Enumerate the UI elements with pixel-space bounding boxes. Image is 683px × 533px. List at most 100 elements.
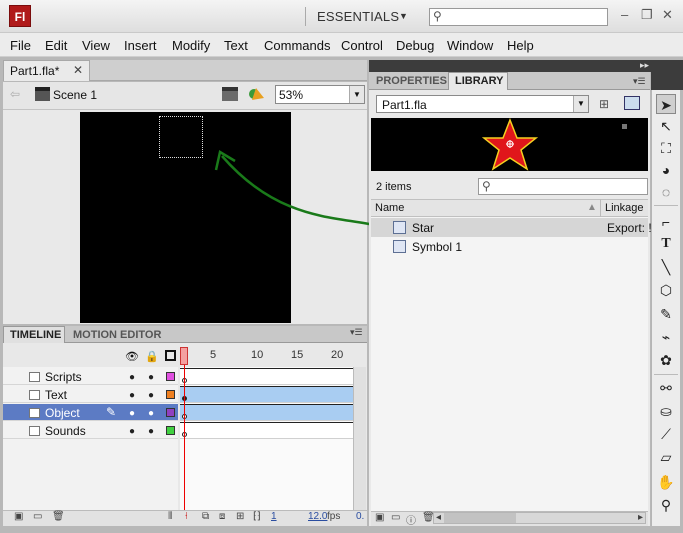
pencil-tool-icon[interactable]: ✎ bbox=[656, 304, 676, 324]
lock-dot[interactable]: ● bbox=[148, 372, 154, 383]
chevron-down-icon[interactable]: ▼ bbox=[399, 11, 408, 21]
menu-text[interactable]: Text bbox=[224, 38, 248, 53]
line-tool-icon[interactable]: ╲ bbox=[656, 257, 676, 277]
workspace-switcher[interactable]: ESSENTIALS bbox=[317, 9, 399, 24]
center-frame-icon[interactable]: ⍿ bbox=[185, 511, 188, 522]
menu-control[interactable]: Control bbox=[341, 38, 383, 53]
eraser-tool-icon[interactable]: ▱ bbox=[656, 447, 676, 467]
lock-icon[interactable]: 🔒 bbox=[145, 350, 159, 363]
help-search-input[interactable] bbox=[429, 8, 608, 26]
visibility-dot[interactable]: ● bbox=[129, 426, 135, 437]
tab-timeline-label: TIMELINE bbox=[10, 329, 62, 341]
hand-tool-icon[interactable]: ✋ bbox=[656, 472, 676, 492]
playhead[interactable] bbox=[180, 347, 188, 365]
selection-tool-icon[interactable]: ➤ bbox=[656, 94, 676, 114]
menu-edit[interactable]: Edit bbox=[45, 38, 67, 53]
collapse-panels-icon[interactable]: ▸▸ bbox=[640, 60, 649, 71]
onion-skin-icon[interactable]: ⧉ bbox=[202, 511, 209, 522]
maximize-button[interactable]: ❐ bbox=[641, 7, 653, 23]
library-item-count: 2 items bbox=[376, 181, 412, 193]
tab-motion-editor[interactable]: MOTION EDITOR bbox=[73, 329, 161, 341]
lock-dot[interactable]: ● bbox=[148, 408, 154, 419]
visibility-dot[interactable]: ● bbox=[129, 390, 135, 401]
pen-tool-icon[interactable]: ⌐ bbox=[656, 212, 676, 232]
paint-bucket-tool-icon[interactable]: ⛀ bbox=[656, 401, 676, 421]
clapperboard-icon bbox=[35, 87, 50, 101]
subselection-tool-icon[interactable]: ↖ bbox=[656, 116, 676, 136]
menu-view[interactable]: View bbox=[82, 38, 110, 53]
scrollbar-thumb[interactable] bbox=[444, 513, 516, 523]
text-tool-icon[interactable]: T bbox=[656, 234, 676, 254]
frame-row[interactable] bbox=[180, 422, 353, 439]
layer-color-swatch[interactable] bbox=[166, 426, 175, 435]
panel-menu-icon[interactable]: ▾☰ bbox=[350, 327, 363, 338]
tool-divider bbox=[654, 205, 678, 206]
pin-icon[interactable]: ⊞ bbox=[599, 97, 609, 111]
eye-icon[interactable]: 👁 bbox=[125, 350, 139, 363]
outline-icon[interactable] bbox=[165, 350, 176, 361]
rectangle-tool-icon[interactable]: ⬡ bbox=[656, 280, 676, 300]
movieclip-symbol-icon bbox=[393, 221, 406, 234]
back-arrow-icon[interactable]: ⇦ bbox=[10, 87, 20, 101]
free-transform-tool-icon[interactable]: ⛶ bbox=[656, 138, 676, 158]
edit-symbols-icon[interactable] bbox=[248, 86, 264, 102]
new-folder-icon[interactable]: ▭ bbox=[33, 511, 42, 522]
close-tab-icon[interactable]: ✕ bbox=[73, 63, 83, 77]
sort-ascending-icon[interactable]: ▲ bbox=[587, 202, 597, 213]
new-symbol-icon[interactable]: ▣ bbox=[375, 512, 384, 523]
library-search-input[interactable] bbox=[478, 178, 648, 195]
menu-help[interactable]: Help bbox=[507, 38, 534, 53]
eyedropper-tool-icon[interactable]: ⟋ bbox=[656, 424, 676, 444]
menu-commands[interactable]: Commands bbox=[264, 38, 330, 53]
lasso-tool-icon[interactable]: ◌ bbox=[656, 182, 676, 202]
scene-name: Scene 1 bbox=[53, 88, 98, 102]
column-divider[interactable] bbox=[600, 199, 601, 217]
frame-row[interactable] bbox=[180, 386, 353, 403]
visibility-dot[interactable]: ● bbox=[129, 372, 135, 383]
lock-dot[interactable]: ● bbox=[148, 390, 154, 401]
timeline-scrollbar[interactable] bbox=[353, 367, 366, 510]
scroll-handle-icon[interactable]: ⦀ bbox=[168, 511, 172, 522]
trash-icon[interactable]: 🗑 bbox=[52, 511, 65, 522]
new-folder-icon[interactable]: ▭ bbox=[391, 512, 400, 523]
edit-multiple-icon[interactable]: ⊞ bbox=[236, 511, 244, 522]
edit-scene-icon[interactable] bbox=[222, 87, 238, 101]
panel-menu-icon[interactable]: ▾☰ bbox=[633, 76, 646, 87]
menu-window[interactable]: Window bbox=[447, 38, 493, 53]
menu-debug[interactable]: Debug bbox=[396, 38, 434, 53]
frame-rate[interactable]: 12.0 bbox=[308, 511, 327, 522]
new-layer-icon[interactable]: ▣ bbox=[14, 511, 23, 522]
tab-properties[interactable]: PROPERTIES bbox=[376, 75, 447, 87]
scroll-left-icon[interactable]: ◂ bbox=[436, 512, 441, 523]
symbol-instance-outline[interactable] bbox=[159, 116, 203, 158]
menu-insert[interactable]: Insert bbox=[124, 38, 157, 53]
properties-icon[interactable]: ⓘ bbox=[406, 512, 416, 527]
brush-tool-icon[interactable]: ⌁ bbox=[656, 327, 676, 347]
layer-color-swatch[interactable] bbox=[166, 372, 175, 381]
onion-markers-icon[interactable]: ⁅⁆ bbox=[253, 511, 261, 522]
frame-row[interactable] bbox=[180, 404, 353, 421]
bone-tool-icon[interactable]: ⚯ bbox=[656, 378, 676, 398]
column-name[interactable]: Name bbox=[375, 202, 404, 214]
menu-file[interactable]: File bbox=[10, 38, 31, 53]
column-linkage[interactable]: Linkage bbox=[605, 202, 644, 214]
current-frame[interactable]: 1 bbox=[271, 511, 277, 522]
close-button[interactable]: ✕ bbox=[662, 7, 673, 23]
scroll-right-icon[interactable]: ▸ bbox=[638, 512, 643, 523]
zoom-value: 53% bbox=[279, 88, 304, 102]
lock-dot[interactable]: ● bbox=[148, 426, 154, 437]
layer-color-swatch[interactable] bbox=[166, 390, 175, 399]
zoom-tool-icon[interactable]: ⚲ bbox=[656, 495, 676, 515]
minimize-button[interactable]: – bbox=[621, 7, 628, 22]
chevron-down-icon[interactable]: ▼ bbox=[573, 96, 588, 112]
visibility-dot[interactable]: ● bbox=[129, 408, 135, 419]
onion-outline-icon[interactable]: ⧈ bbox=[219, 511, 225, 522]
3d-rotation-tool-icon[interactable]: ◕ bbox=[656, 160, 676, 180]
layer-color-swatch[interactable] bbox=[166, 408, 175, 417]
menu-modify[interactable]: Modify bbox=[172, 38, 210, 53]
deco-tool-icon[interactable]: ✿ bbox=[656, 350, 676, 370]
frame-row[interactable] bbox=[180, 368, 353, 385]
chevron-down-icon[interactable]: ▼ bbox=[349, 86, 364, 103]
playhead-line bbox=[184, 365, 185, 510]
new-library-panel-icon[interactable] bbox=[624, 96, 640, 110]
